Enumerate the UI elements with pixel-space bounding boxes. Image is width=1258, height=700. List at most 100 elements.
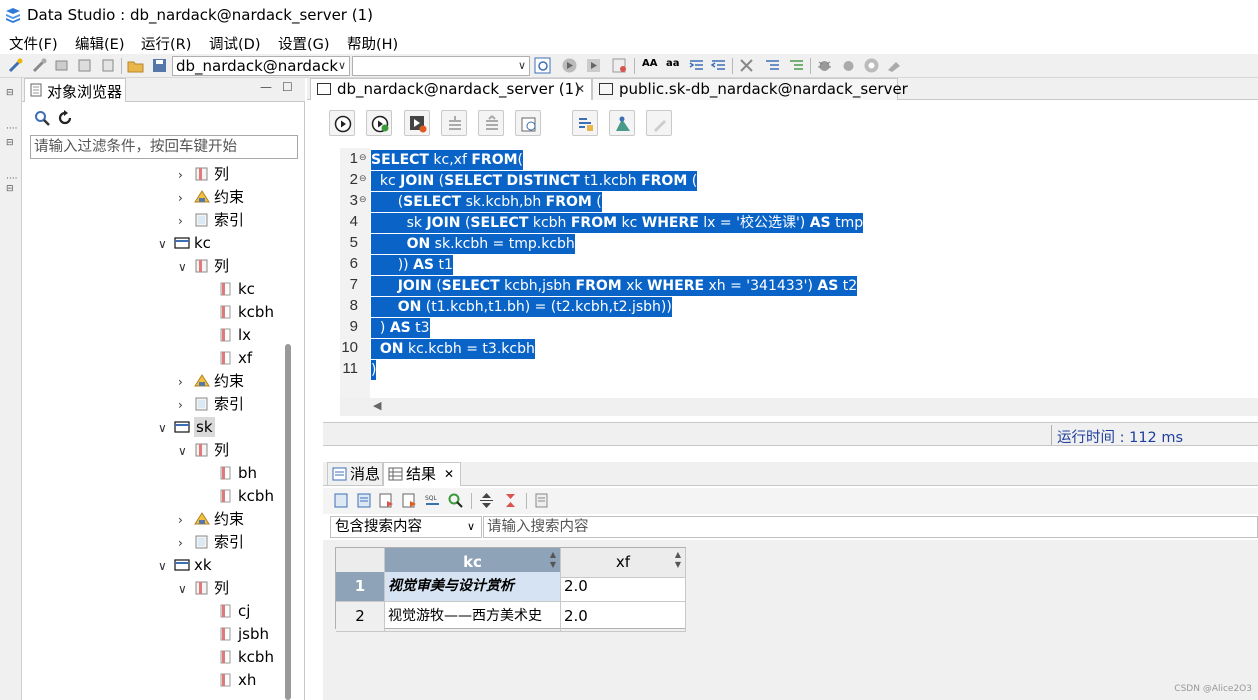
- run-button[interactable]: [329, 110, 355, 136]
- chevron-down-icon[interactable]: ∨: [178, 578, 194, 600]
- tab-query-editor[interactable]: db_nardack@nardack_server (1) ✕: [310, 78, 592, 100]
- fold-icon[interactable]: ⊖: [359, 195, 367, 205]
- execute-step-icon[interactable]: [585, 57, 602, 74]
- code-line[interactable]: sk JOIN (SELECT kcbh FROM kc WHERE lx = …: [371, 213, 864, 233]
- uncomment-icon[interactable]: [788, 57, 805, 74]
- connect-icon[interactable]: [7, 57, 24, 74]
- chevron-down-icon[interactable]: ∨: [158, 555, 174, 577]
- run-script-button[interactable]: [404, 110, 430, 136]
- chevron-down-icon[interactable]: ∨: [158, 417, 174, 439]
- history-button[interactable]: [515, 110, 541, 136]
- unindent-icon[interactable]: [710, 57, 727, 74]
- tree-item-folder-col[interactable]: ∨ 列: [178, 577, 229, 599]
- format-sql-button[interactable]: [572, 110, 598, 136]
- maximize-icon[interactable]: ☐: [282, 80, 293, 94]
- tree-item-column[interactable]: xh: [218, 669, 256, 691]
- menu-help[interactable]: 帮助(H): [347, 33, 398, 54]
- explain-plan-icon[interactable]: [611, 57, 628, 74]
- tab-object-browser[interactable]: 对象浏览器: [24, 78, 126, 102]
- code-line[interactable]: (SELECT sk.kcbh,bh FROM (: [371, 192, 602, 212]
- row-number[interactable]: 2: [336, 602, 385, 632]
- chevron-right-icon[interactable]: ›: [178, 532, 194, 554]
- cell-xf[interactable]: 2.0: [561, 572, 686, 602]
- code-line[interactable]: )) AS t1: [371, 255, 453, 275]
- debug-step-icon[interactable]: [840, 57, 857, 74]
- tree-item-folder-col[interactable]: ∨ 列: [178, 439, 229, 461]
- import-button[interactable]: [441, 110, 467, 136]
- execute-icon[interactable]: [561, 57, 578, 74]
- tree-item-folder-col[interactable]: ∨ 列: [178, 255, 229, 277]
- copy-with-header-icon[interactable]: [356, 492, 373, 509]
- tree-item-index[interactable]: › 索引: [178, 531, 244, 553]
- new-query-icon[interactable]: [534, 57, 551, 74]
- restore-icon[interactable]: ⊟: [6, 88, 14, 98]
- lowercase-button[interactable]: aa: [666, 58, 680, 69]
- code-line[interactable]: ) AS t3: [371, 318, 430, 338]
- chevron-right-icon[interactable]: ›: [178, 210, 194, 232]
- edit-button[interactable]: [646, 110, 672, 136]
- cell-xf[interactable]: 2.0: [561, 602, 686, 632]
- close-icon[interactable]: ✕: [444, 463, 454, 485]
- tree-scrollbar[interactable]: [285, 344, 291, 700]
- tree-item-column[interactable]: jsbh: [218, 623, 269, 645]
- tree-item-constraint[interactable]: › 约束: [178, 186, 244, 208]
- run-new-tab-button[interactable]: [366, 110, 392, 136]
- connection-select[interactable]: db_nardack@nardack ∨: [172, 56, 350, 76]
- tree-item-column[interactable]: kcbh: [218, 301, 274, 323]
- drag-handle[interactable]: ····: [6, 174, 17, 184]
- fold-icon[interactable]: ⊖: [359, 174, 367, 184]
- tab-messages[interactable]: 消息: [327, 462, 383, 486]
- tree-item-folder-col[interactable]: › 列: [178, 163, 229, 185]
- tree-item-column[interactable]: kcbh: [218, 646, 274, 668]
- format-icon[interactable]: [738, 57, 755, 74]
- tree-item-constraint[interactable]: › 约束: [178, 508, 244, 530]
- sort-icon[interactable]: ▲ ▼: [550, 550, 556, 570]
- tab-results[interactable]: 结果 ✕: [383, 462, 461, 486]
- code-line[interactable]: ON kc.kcbh = t3.kcbh: [371, 339, 535, 359]
- comment-icon[interactable]: [764, 57, 781, 74]
- chevron-right-icon[interactable]: ›: [178, 509, 194, 531]
- tree-item-column[interactable]: xf: [218, 347, 252, 369]
- collapse-rows-icon[interactable]: [502, 492, 519, 509]
- fold-icon[interactable]: ⊖: [359, 153, 367, 163]
- tree-item-index[interactable]: › 索引: [178, 393, 244, 415]
- disconnect-icon[interactable]: [31, 57, 48, 74]
- terminate-icon[interactable]: [886, 57, 903, 74]
- chevron-right-icon[interactable]: ›: [178, 371, 194, 393]
- chevron-down-icon[interactable]: ∨: [158, 233, 174, 255]
- search-mode-select[interactable]: 包含搜索内容 ∨: [330, 516, 482, 538]
- chevron-right-icon[interactable]: ›: [178, 394, 194, 416]
- tree-item-column[interactable]: cj: [218, 600, 250, 622]
- export-button[interactable]: [478, 110, 504, 136]
- code-line[interactable]: ON (t1.kcbh,t1.bh) = (t2.kcbh,t2.jsbh)): [371, 297, 672, 317]
- chevron-down-icon[interactable]: ∨: [178, 440, 194, 462]
- show-sql-icon[interactable]: SQL: [424, 492, 441, 509]
- minimize-icon[interactable]: —: [260, 80, 272, 94]
- menu-run[interactable]: 运行(R): [141, 33, 191, 54]
- search-result-icon[interactable]: [447, 492, 464, 509]
- cell-kc[interactable]: 视觉游牧——西方美术史: [385, 602, 561, 632]
- tree-item-table[interactable]: ∨ xk: [158, 554, 212, 576]
- filter-input[interactable]: 请输入过滤条件，按回车键开始: [30, 135, 298, 159]
- row-number[interactable]: 1: [336, 572, 385, 602]
- menu-debug[interactable]: 调试(D): [209, 33, 260, 54]
- chevron-down-icon[interactable]: ∨: [178, 256, 194, 278]
- editor-hscroll[interactable]: ◀: [340, 398, 1258, 416]
- tree-item-column[interactable]: kcbh: [218, 485, 274, 507]
- schema-select[interactable]: ∨: [352, 56, 530, 76]
- refresh-connection-icon[interactable]: [54, 57, 71, 74]
- chevron-right-icon[interactable]: ›: [178, 164, 194, 186]
- tree-item-index[interactable]: › 索引: [178, 209, 244, 231]
- export-all-icon[interactable]: [401, 492, 418, 509]
- menu-settings[interactable]: 设置(G): [278, 33, 330, 54]
- uppercase-button[interactable]: AA: [642, 58, 657, 69]
- stop-icon[interactable]: [863, 57, 880, 74]
- copy-rows-icon[interactable]: [333, 492, 350, 509]
- code-line[interactable]: JOIN (SELECT kcbh,jsbh FROM xk WHERE xh …: [371, 276, 858, 296]
- code-line[interactable]: ): [371, 360, 377, 380]
- menu-edit[interactable]: 编辑(E): [75, 33, 124, 54]
- code-line[interactable]: kc JOIN (SELECT DISTINCT t1.kcbh FROM (: [371, 171, 698, 191]
- export-current-icon[interactable]: [378, 492, 395, 509]
- copy-icon[interactable]: [100, 57, 117, 74]
- open-folder-icon[interactable]: [127, 57, 144, 74]
